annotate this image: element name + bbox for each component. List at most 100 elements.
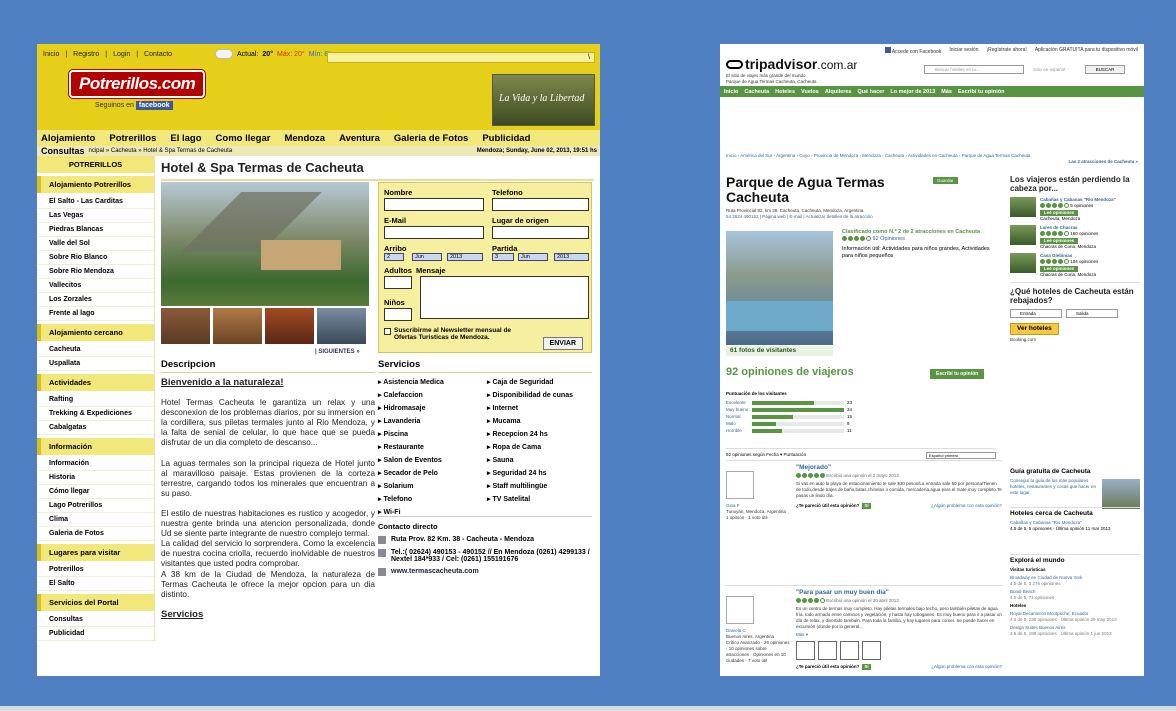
contact-website-link[interactable]: www.termascacheuta.com bbox=[391, 568, 479, 575]
message-textarea[interactable] bbox=[420, 276, 589, 319]
sidebar-item[interactable]: Piedras Blancas bbox=[37, 223, 154, 237]
sidebar-item[interactable]: Trekking & Expediciones bbox=[37, 407, 154, 421]
histogram-row[interactable]: Normal 15 bbox=[726, 413, 866, 420]
nav-escribi[interactable]: Escribí tu opinión bbox=[958, 89, 1004, 95]
histogram-row[interactable]: Excelente 23 bbox=[726, 399, 866, 406]
sidebar-item[interactable]: Consultas bbox=[37, 613, 154, 627]
sidebar-item[interactable]: Rafting bbox=[37, 393, 154, 407]
sidebar-item[interactable]: Información bbox=[37, 457, 154, 471]
guide-image[interactable] bbox=[1102, 479, 1140, 509]
contact-link[interactable]: Contacto bbox=[144, 51, 172, 58]
departure-year-select[interactable]: 2013 bbox=[554, 253, 589, 261]
login-link[interactable]: Login bbox=[113, 51, 130, 58]
language-select[interactable]: Español primero bbox=[926, 452, 996, 459]
origin-field[interactable] bbox=[492, 226, 589, 239]
helpful-yes-button[interactable]: Sí bbox=[862, 503, 871, 509]
helpful-yes-button[interactable]: Sí bbox=[862, 664, 871, 670]
home-link[interactable]: Inicio bbox=[43, 51, 59, 58]
nav-vuelos[interactable]: Vuelos bbox=[801, 89, 819, 95]
avatar[interactable] bbox=[726, 471, 754, 499]
register-link[interactable]: Registro bbox=[73, 51, 99, 58]
sidebar-item[interactable]: Sobre Rio Mendoza bbox=[37, 265, 154, 279]
send-button[interactable]: ENVIAR bbox=[542, 337, 583, 350]
review-photo[interactable] bbox=[818, 641, 837, 660]
nav-que-hacer[interactable]: Qué hacer bbox=[857, 89, 884, 95]
search-input[interactable]: Buscar hoteles en tu... bbox=[924, 65, 1024, 74]
menu-alojamiento[interactable]: Alojamiento bbox=[41, 133, 95, 144]
sidebar-item[interactable]: Cacheuta bbox=[37, 343, 154, 357]
histogram-row[interactable]: Horrible 11 bbox=[726, 427, 866, 434]
histogram-row[interactable]: Malo 9 bbox=[726, 420, 866, 427]
arrival-day-select[interactable]: 2 bbox=[384, 253, 404, 261]
sidebar-item[interactable]: Vallecitos bbox=[37, 279, 154, 293]
guide-text[interactable]: Conseguí tu guía de los más populares ho… bbox=[1010, 478, 1098, 496]
histogram-row[interactable]: Muy bueno 34 bbox=[726, 406, 866, 413]
departure-month-select[interactable]: Jun bbox=[518, 253, 548, 261]
attraction-photo[interactable] bbox=[726, 231, 833, 345]
report-link[interactable]: ¿Algún problema con esta opinión? bbox=[931, 664, 1002, 670]
next-photos-link[interactable]: | SIGUIENTES » bbox=[315, 349, 360, 355]
sidebar-item[interactable]: Cabalgatas bbox=[37, 421, 154, 435]
site-logo[interactable]: Potrerillos.com bbox=[69, 70, 206, 98]
sidebar-item[interactable]: El Salto bbox=[37, 577, 154, 591]
sidebar-item[interactable]: Historia bbox=[37, 471, 154, 485]
name-field[interactable] bbox=[384, 198, 484, 211]
save-button[interactable]: Guardar bbox=[933, 177, 958, 184]
app-link[interactable]: Aplicación GRATUITA para tu dispositivo … bbox=[1035, 47, 1138, 56]
sidebar-item[interactable]: Potrerillos bbox=[37, 563, 154, 577]
sidebar-item[interactable]: Lago Potrerillos bbox=[37, 499, 154, 513]
nav-mas[interactable]: Más bbox=[941, 89, 952, 95]
menu-publicidad[interactable]: Publicidad bbox=[482, 133, 530, 144]
consultas-link[interactable]: Consultas bbox=[41, 146, 85, 156]
facebook-follow[interactable]: Seguinos en facebook bbox=[95, 101, 173, 110]
sidebar-item[interactable]: Cómo llegar bbox=[37, 485, 154, 499]
hotel-thumbnail[interactable] bbox=[1010, 253, 1036, 273]
hotel-reviews[interactable]: 104 opiniones bbox=[1070, 259, 1098, 264]
reviews-count-link[interactable]: 92 Opiniones bbox=[873, 236, 905, 242]
nav-inicio[interactable]: Inicio bbox=[724, 89, 738, 95]
menu-potrerillos[interactable]: Potrerillos bbox=[109, 133, 156, 144]
sidebar-item[interactable]: Valle del Sol bbox=[37, 237, 154, 251]
register-link[interactable]: ¡Regístrate ahora! bbox=[987, 47, 1027, 56]
sidebar-item[interactable]: Publicidad bbox=[37, 627, 154, 641]
review-photo[interactable] bbox=[840, 641, 859, 660]
sidebar-item[interactable]: Clima bbox=[37, 513, 154, 527]
attractions-link[interactable]: Las 2 atracciones de Cacheuta » bbox=[726, 159, 1138, 165]
sort-options[interactable]: 92 opiniones según Fecha ▾ Puntuación bbox=[726, 452, 806, 457]
adults-field[interactable] bbox=[384, 276, 412, 289]
menu-galeria[interactable]: Galeria de Fotos bbox=[394, 133, 468, 144]
newsletter-checkbox[interactable] bbox=[384, 328, 391, 335]
email-field[interactable] bbox=[384, 226, 484, 239]
thumbnail[interactable] bbox=[265, 308, 314, 344]
sidebar-item[interactable]: Los Zorzales bbox=[37, 293, 154, 307]
arrival-year-select[interactable]: 2013 bbox=[447, 253, 483, 261]
menu-como-llegar[interactable]: Como llegar bbox=[216, 133, 271, 144]
hotel-photo[interactable] bbox=[161, 182, 369, 306]
promo-banner[interactable]: La Vida y la Libertad bbox=[492, 74, 595, 126]
report-link[interactable]: ¿Algún problema con esta opinión? bbox=[931, 503, 1002, 509]
nav-hoteles[interactable]: Hoteles bbox=[775, 89, 795, 95]
write-review-button[interactable]: Escribí tu opinión bbox=[930, 369, 985, 379]
view-hotels-button[interactable]: Ver hoteles bbox=[1010, 323, 1059, 335]
review-photo[interactable] bbox=[862, 641, 881, 660]
nav-lo-mejor[interactable]: Lo mejor de 2013 bbox=[890, 89, 935, 95]
menu-el-lago[interactable]: El lago bbox=[170, 133, 201, 144]
nav-alquileres[interactable]: Alquileres bbox=[825, 89, 852, 95]
review-title[interactable]: "Mejorado" bbox=[796, 464, 1002, 471]
sidebar-item[interactable]: Uspallata bbox=[37, 357, 154, 371]
phone-field[interactable] bbox=[492, 198, 589, 211]
checkin-field[interactable]: Entrada bbox=[1010, 309, 1062, 318]
sidebar-item[interactable]: Las Vegas bbox=[37, 209, 154, 223]
facebook-login-link[interactable]: Accede con Facebook bbox=[884, 47, 941, 56]
more-link[interactable]: Más ▾ bbox=[796, 632, 1002, 638]
menu-aventura[interactable]: Aventura bbox=[339, 133, 380, 144]
hotel-reviews[interactable]: 160 opiniones bbox=[1070, 231, 1098, 236]
arrival-month-select[interactable]: Jun bbox=[412, 253, 442, 261]
checkout-field[interactable]: Salida bbox=[1066, 309, 1118, 318]
sidebar-item[interactable]: Galeria de Fotos bbox=[37, 527, 154, 541]
hotel-thumbnail[interactable] bbox=[1010, 225, 1036, 245]
search-scope[interactable]: Sólo en español bbox=[1033, 67, 1065, 72]
ranking-text[interactable]: Clasificado como N.º 2 de 2 atracciones … bbox=[842, 229, 1002, 236]
hotel-thumbnail[interactable] bbox=[1010, 197, 1036, 217]
breadcrumb-path[interactable]: ncipal » Cacheuta » Hotel & Spa Termas d… bbox=[89, 148, 233, 154]
